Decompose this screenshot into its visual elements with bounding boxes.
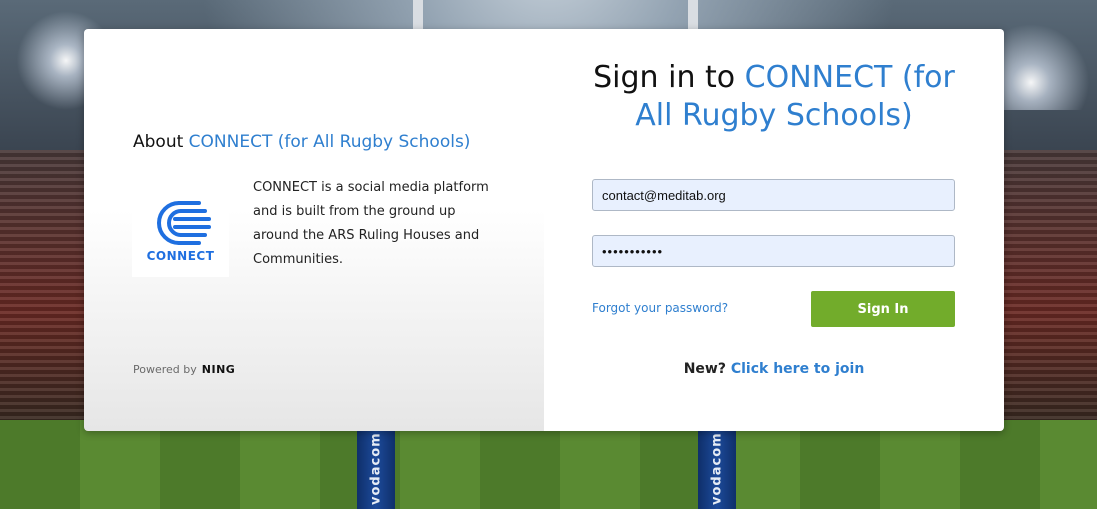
connect-logo-icon [156,201,211,245]
new-label: New? [683,361,726,377]
sign-in-button[interactable]: Sign In [811,291,955,327]
post-pad-right: vodacom [698,428,736,509]
signin-card: About CONNECT (for All Rugby Schools) CO… [84,29,1004,431]
post-pad-left: vodacom [357,428,395,509]
about-description: CONNECT is a social media platform and i… [253,180,489,267]
join-link[interactable]: Click here to join [731,361,864,377]
about-site-name: CONNECT (for All Rugby Schools) [188,132,471,152]
signin-title: Sign in to CONNECT (for All Rugby School… [544,59,1004,135]
rugby-field [0,420,1097,509]
password-field[interactable]: ••••••••••• [592,235,955,267]
logo-word: CONNECT [146,249,215,263]
ning-link[interactable]: NING [202,363,236,376]
about-prefix: About [133,132,184,152]
powered-by: Powered by NING [133,363,235,376]
email-field[interactable]: contact@meditab.org [592,179,955,211]
signin-title-prefix: Sign in to [593,60,736,95]
join-prompt: New? Click here to join [544,361,1004,377]
about-title: About CONNECT (for All Rugby Schools) [133,132,470,152]
connect-logo: CONNECT [132,185,229,277]
signin-panel: Sign in to CONNECT (for All Rugby School… [544,29,1004,431]
about-panel: About CONNECT (for All Rugby Schools) CO… [84,29,544,431]
forgot-password-link[interactable]: Forgot your password? [592,301,728,315]
powered-by-label: Powered by [133,363,197,376]
